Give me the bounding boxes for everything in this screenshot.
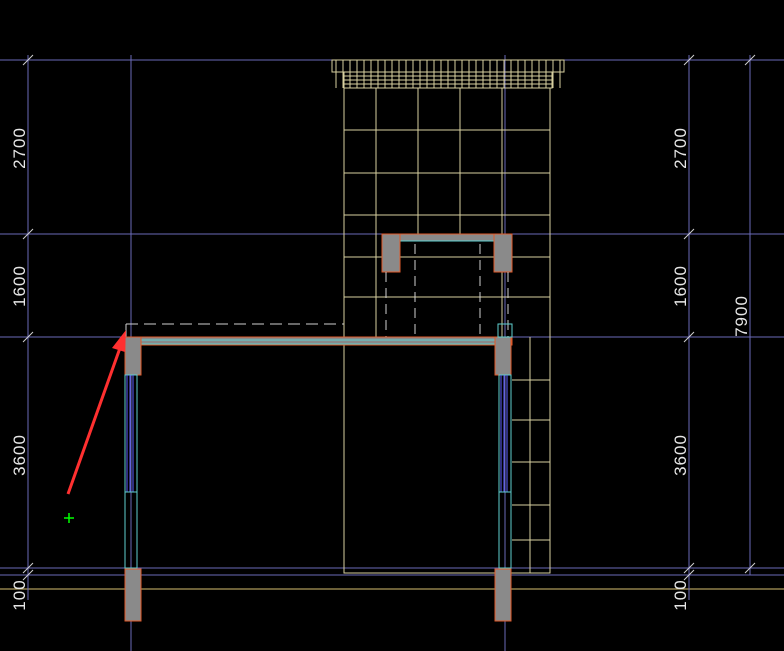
dim-right-3600: 3600: [671, 434, 690, 476]
dim-right-1600: 1600: [671, 265, 690, 307]
dim-left-100: 100: [10, 579, 29, 610]
canvas-background: [0, 0, 784, 651]
dim-right-100: 100: [671, 579, 690, 610]
dim-overall-7900: 7900: [732, 295, 751, 337]
main-beam: [123, 336, 513, 346]
dim-left-1600: 1600: [10, 265, 29, 307]
dim-right-2700: 2700: [671, 127, 690, 169]
dim-left-3600: 3600: [10, 434, 29, 476]
cad-drawing-canvas[interactable]: 2700 1600 3600 100 2700 1600 3600 100 79…: [0, 0, 784, 651]
dim-left-2700: 2700: [10, 127, 29, 169]
